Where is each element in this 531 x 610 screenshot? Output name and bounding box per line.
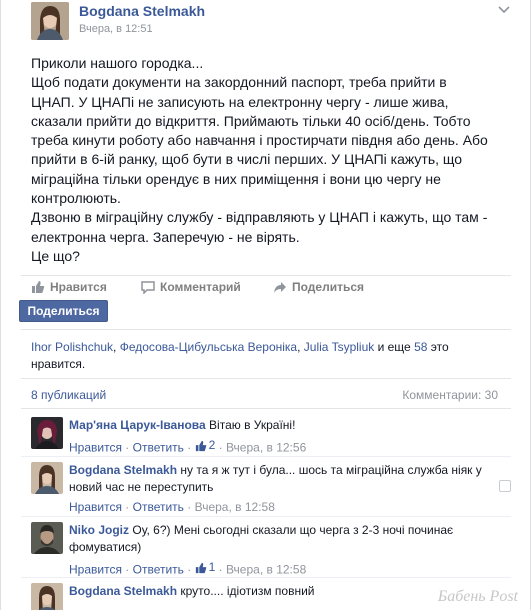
post-line: міграційна тільки орендує в них приміщен…: [31, 170, 441, 187]
separator: ·: [121, 440, 133, 455]
comment-time[interactable]: Вчера, в 12:58: [226, 563, 306, 577]
comment-text: Вітаю в Україні!: [209, 418, 296, 432]
separator: ·: [121, 500, 133, 514]
publications-count[interactable]: 8 публикаций: [31, 388, 106, 402]
post-card: Bogdana Stelmakh Вчера, в 12:51 Приколи …: [0, 0, 531, 610]
thumbs-up-icon: [32, 281, 45, 293]
post-text: Приколи нашого городка... Щоб подати док…: [31, 54, 501, 266]
likes-more-count[interactable]: 58: [414, 340, 427, 354]
post-line: електронна черга. Заперечую - не вірять.: [31, 228, 300, 245]
separator: ·: [215, 440, 226, 455]
comment: Мар'яна Царук-Іванова Вітаю в Україні! Н…: [31, 417, 511, 457]
commenter-name[interactable]: Мар'яна Царук-Іванова: [69, 418, 206, 432]
separator: ·: [183, 500, 195, 514]
share-icon: [274, 281, 286, 293]
post-line: ЦНАП. У ЦНАПі не записують на електронну…: [31, 93, 449, 110]
post-line: Щоб подати документи на закордонний пасп…: [31, 74, 447, 91]
liker-link[interactable]: Федосова-Цибульська Вероніка: [120, 340, 297, 354]
comments-count[interactable]: Комментарии: 30: [402, 388, 498, 402]
comment-text: круто.... ідіотизм повний: [180, 584, 315, 598]
divider: [21, 329, 511, 330]
commenter-name[interactable]: Bogdana Stelmakh: [69, 463, 177, 477]
avatar[interactable]: [31, 462, 63, 494]
post-line: контролюють.: [31, 190, 121, 207]
post-line: прийти в 6-ій ранку, щоб бути в числі пе…: [31, 151, 463, 168]
post-line: сказали прийти до відкриття. Приймають т…: [31, 112, 471, 129]
comment-meta: Нравится · Ответить · Вчера, в 12:58: [69, 499, 509, 516]
divider: [21, 275, 511, 276]
author-avatar[interactable]: [31, 2, 69, 40]
comment-meta: Нравится · Ответить · 1 · Вчера, в 12:58: [69, 559, 509, 579]
commenter-name[interactable]: Niko Jogiz: [69, 523, 129, 537]
comment-time[interactable]: Вчера, в 12:58: [195, 500, 275, 514]
comment: Niko Jogiz Оу, 6?) Мені сьогодні сказали…: [31, 522, 511, 579]
comment-like-link[interactable]: Нравится: [69, 500, 122, 514]
comment-likes[interactable]: 2: [195, 437, 215, 454]
comment-like-link[interactable]: Нравится: [69, 441, 122, 455]
liker-link[interactable]: Ihor Polishchuk: [31, 340, 113, 354]
comment-action[interactable]: Комментарий: [141, 280, 241, 294]
separator: ·: [183, 440, 195, 455]
comment-like-link[interactable]: Нравится: [69, 563, 122, 577]
comment-reply-link[interactable]: Ответить: [133, 563, 184, 577]
share-action[interactable]: Поделиться: [273, 280, 364, 294]
comment-meta: Нравится · Ответить · 2 · Вчера, в 12:56: [69, 437, 509, 457]
likes-summary: Ihor Polishchuk, Федосова-Цибульська Вер…: [31, 339, 501, 373]
post-line: Це що?: [31, 247, 80, 264]
comment-reply-link[interactable]: Ответить: [133, 441, 184, 455]
comment-options-icon[interactable]: [499, 480, 511, 492]
comment-likes[interactable]: 1: [195, 559, 215, 576]
separator: ·: [215, 562, 226, 577]
post-header: Bogdana Stelmakh Вчера, в 12:51: [31, 0, 511, 48]
likes-and-more: и еще: [374, 340, 415, 354]
comment-icon: [141, 280, 155, 294]
post-line: Приколи нашого городка...: [31, 55, 204, 71]
divider: [21, 408, 511, 409]
post-line: треба кинути роботу або навчання і прост…: [31, 132, 488, 149]
watermark: Бабень Post: [437, 588, 518, 605]
liker-link[interactable]: Julia Tsypliuk: [304, 340, 374, 354]
share-label: Поделиться: [292, 280, 365, 294]
post-line: Дзвоню в міграційну службу - відправляют…: [31, 209, 488, 226]
share-button[interactable]: Поделиться: [19, 300, 108, 322]
separator: ·: [183, 562, 195, 577]
commenter-name[interactable]: Bogdana Stelmakh: [69, 584, 177, 598]
divider: [21, 577, 511, 578]
comment-time[interactable]: Вчера, в 12:56: [226, 441, 306, 455]
divider: [21, 456, 511, 457]
like-label: Нравится: [50, 280, 107, 294]
separator: ,: [113, 340, 120, 354]
thumbs-up-icon: [195, 440, 206, 451]
separator: ·: [121, 562, 133, 577]
post-author[interactable]: Bogdana Stelmakh: [79, 3, 205, 19]
divider: [21, 516, 511, 517]
comment-reply-link[interactable]: Ответить: [133, 500, 184, 514]
like-action[interactable]: Нравится: [31, 280, 107, 294]
comment: Bogdana Stelmakh ну та я ж тут і була...…: [31, 462, 511, 516]
avatar[interactable]: [31, 583, 63, 610]
chevron-down-icon[interactable]: [497, 2, 511, 16]
thumbs-up-icon: [195, 562, 206, 573]
avatar[interactable]: [31, 417, 63, 449]
separator: ,: [297, 340, 304, 354]
avatar[interactable]: [31, 522, 63, 554]
comment-label: Комментарий: [160, 280, 241, 294]
post-time[interactable]: Вчера, в 12:51: [79, 23, 153, 35]
divider: [21, 378, 511, 379]
